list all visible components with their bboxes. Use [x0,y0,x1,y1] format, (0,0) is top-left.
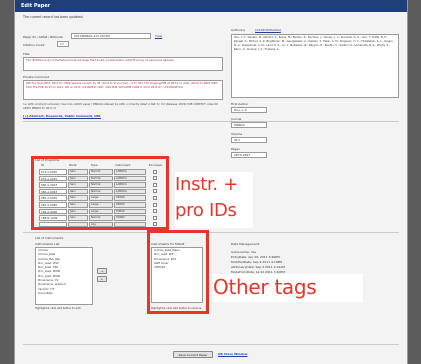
volume-label: Volume [231,132,243,136]
save-paper-button[interactable]: Save Current Paper [173,351,213,358]
first-author-input[interactable]: Hsu, L.-T. [231,107,267,113]
pages-input[interactable]: 2679-2697 [231,152,267,158]
volume-input[interactable]: 413 [231,137,267,143]
authors-edit-link[interactable]: [Add/Edit/Delete] [255,28,281,32]
divider [23,121,399,122]
remove-arrow-button[interactable]: ← [97,276,107,282]
divider [23,232,399,233]
instruments-listbox[interactable]: Archive Archive_Data Archive_Pub_Rep Proc_L… [35,247,93,305]
journal-input[interactable]: MNRAS [231,122,267,128]
data-management-line: ADSQueryDate: Sep 9 2011 2:19AM [231,265,285,269]
authors-label: Author(s) [231,28,246,32]
data-management-line: AutoLookUp: Yes [231,250,256,254]
authors-list[interactable]: Hsu, L.-T.; Salvato, M.; Nandra, K.; Bru… [231,34,399,98]
instruments-section-label: List of Instruments: [35,236,65,240]
private-comment-label: Private Comment [23,75,50,79]
data-management-label: Data Management: [231,242,260,246]
paper-id-input[interactable]: 2011MNRAS.413.2679H [71,33,151,39]
paper-id-label: Paper ID / ADS# / BibCode [23,35,63,39]
tags-highlight-box [147,230,209,314]
notes-text: I.e. ADS comment removed / has links: AR… [23,103,218,110]
data-management-line: ModifiedDate: Sep 9 2011 4:18PM [231,260,283,264]
programs-highlight-box [31,156,169,230]
abstract-keywords-link[interactable]: [+] Abstract, Keywords, Public Comment, … [23,114,101,118]
citation-count-label: Citation Count [23,43,45,47]
view-link[interactable]: View [155,34,162,38]
title-label: Title [23,52,30,56]
citation-count-input[interactable]: 17 [57,41,69,47]
instruments-hint: Highlight & click add button to add [35,307,81,310]
status-message: The current record has been updated. [23,15,84,19]
tags-callout: Other tags [213,274,363,302]
title-textarea[interactable]: The UKIDSS survey of Hectadecal Chandra … [23,57,223,71]
instr-callout: Instr. + pro IDs [175,172,253,228]
close-window-link[interactable]: OR Close Window [218,352,248,356]
divider [23,344,399,345]
instr-callout-line2: pro IDs [175,200,237,221]
instr-callout-line1: Instr. + [175,174,239,195]
add-arrow-button[interactable]: → [97,268,107,274]
edit-paper-window: Edit Paper The current record has been u… [14,0,408,364]
window-title: Edit Paper [15,0,407,12]
pages-label: Pages [231,147,240,151]
instruments-list-label: Instruments List [35,242,60,246]
first-author-label: First Author [231,102,249,106]
data-management-line: EntryDate: Apr 29, 2011 3:49PM [231,255,280,259]
instrument-option[interactable]: GroundOps [38,292,90,296]
private-comment-textarea[interactable]: [NR T1] (pub) WST, 2011-07, Multi-spectr… [23,80,223,100]
